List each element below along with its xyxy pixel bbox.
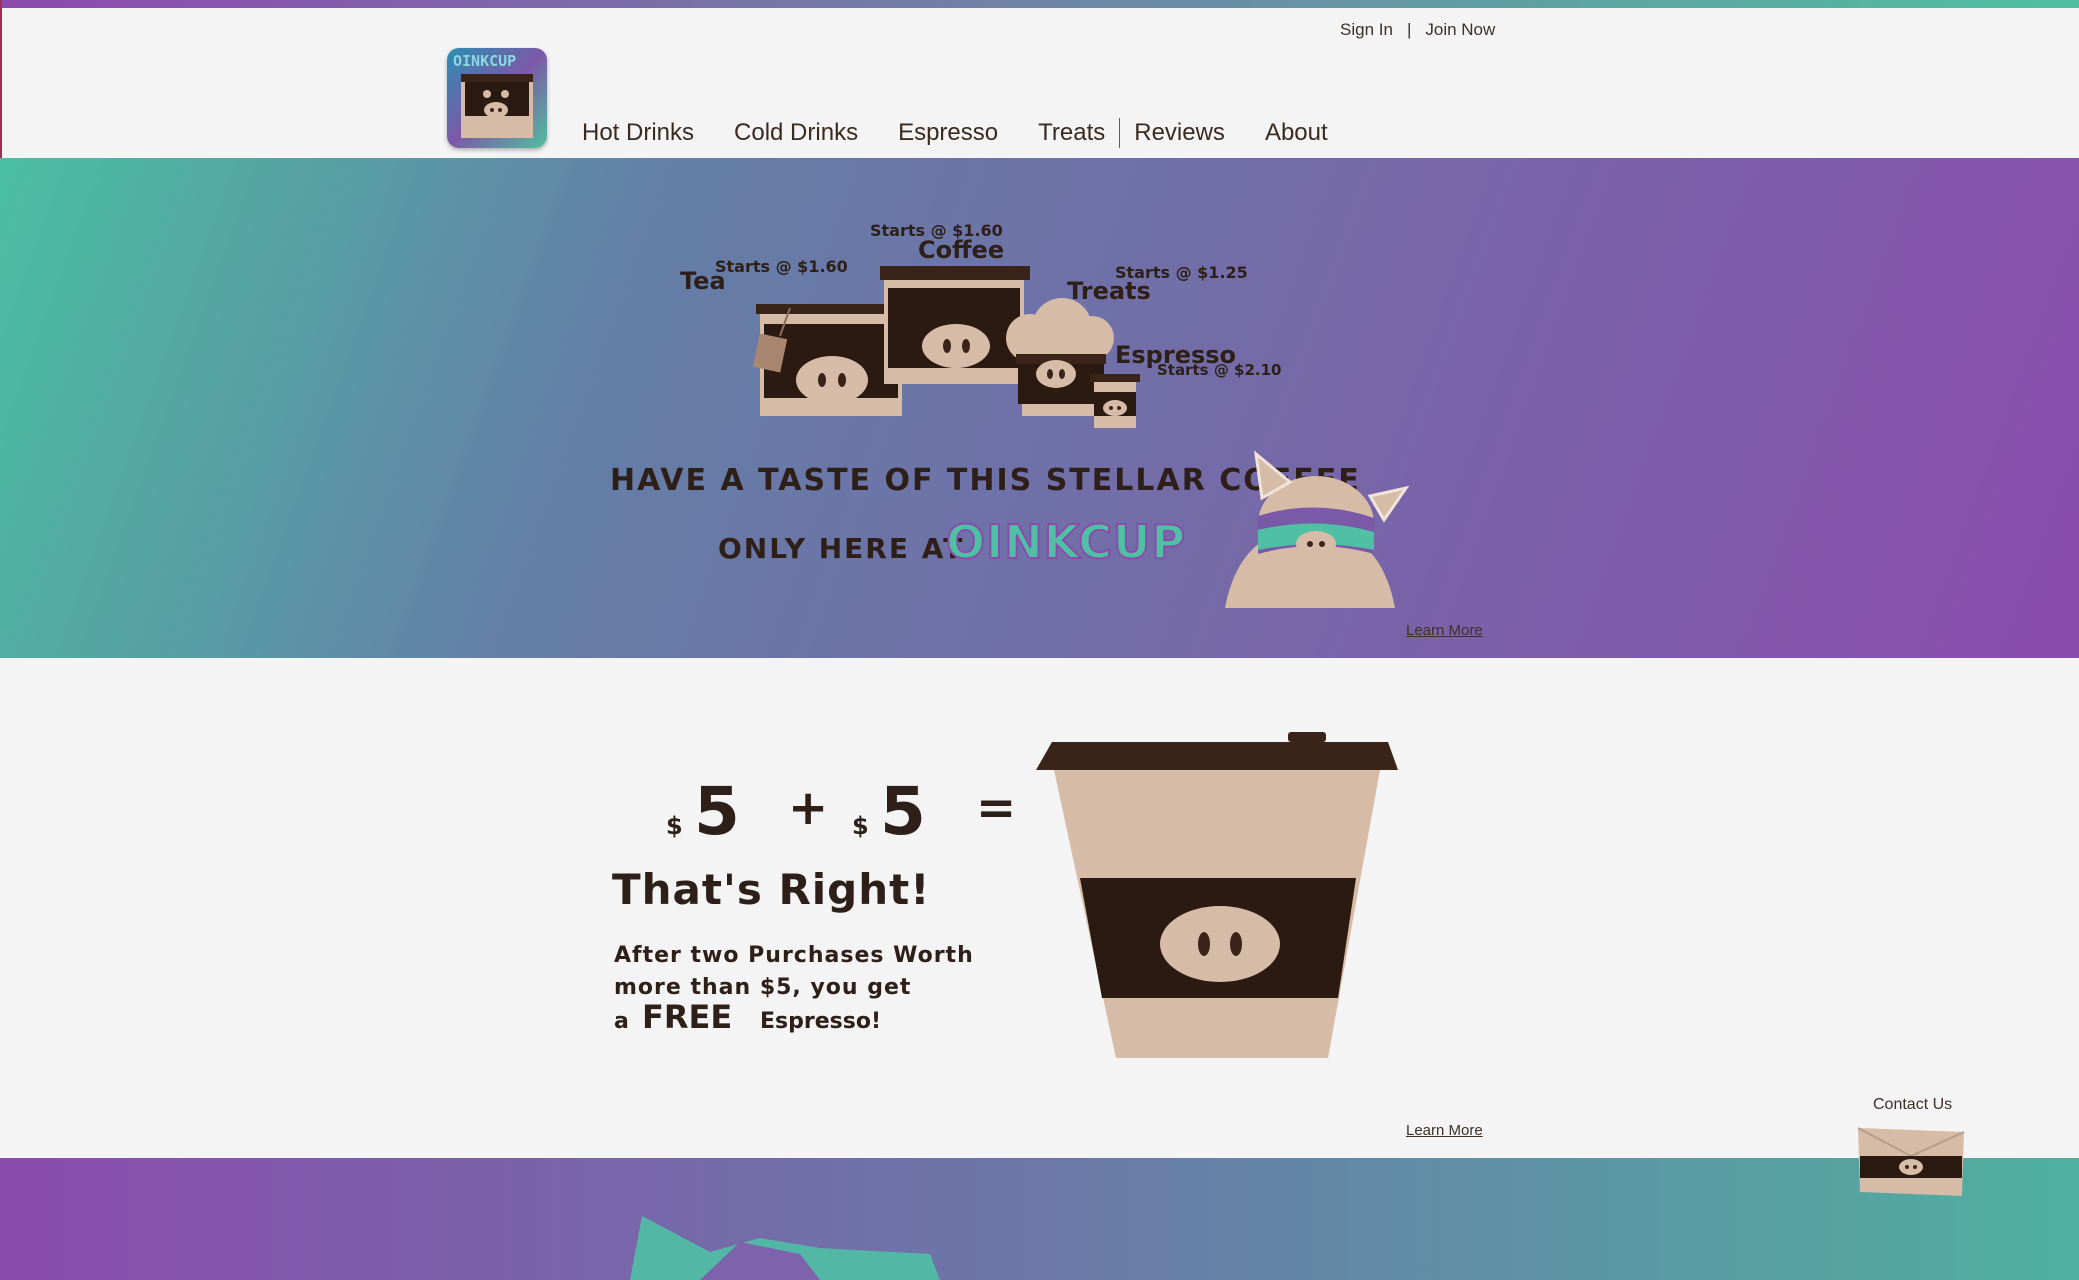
promo-line2: more than $5, you get <box>614 975 911 1000</box>
equation-left-value: 5 <box>694 773 740 850</box>
auth-separator: | <box>1406 20 1412 39</box>
logo-cup-icon <box>461 74 533 138</box>
contact-envelope-icon[interactable] <box>1856 1126 1966 1198</box>
hero-learn-more-link[interactable]: Learn More <box>1406 622 1483 639</box>
currency-symbol-left: $ <box>666 812 683 840</box>
equation-right-value: 5 <box>880 773 926 850</box>
hero-brand: OINKCUP <box>946 515 1186 569</box>
promo-illustration: $ 5 + $ 5 = That's Right! After two Purc… <box>612 732 1398 1058</box>
hero-illustration: Starts @ $1.60 Tea Starts @ $1.60 Coffee… <box>610 221 1410 608</box>
espresso-cup-icon <box>1090 374 1140 428</box>
nav-about[interactable]: About <box>1265 119 1328 147</box>
promo-line1: After two Purchases Worth <box>614 943 974 968</box>
bottom-banner <box>0 1158 2079 1280</box>
coffee-label: Coffee <box>918 236 1004 264</box>
auth-links: Sign In | Join Now <box>1340 18 1495 42</box>
tea-cup-icon <box>752 304 906 416</box>
equation-equals: = <box>976 780 1016 836</box>
promo-headline: That's Right! <box>612 865 930 914</box>
hero-tagline-line2: ONLY HERE AT <box>718 532 964 565</box>
coffee-cup-icon <box>880 266 1030 384</box>
treats-label: Treats <box>1067 277 1151 305</box>
espresso-price-label: Starts @ $2.10 <box>1157 361 1281 379</box>
nav-treats[interactable]: Treats <box>1038 119 1105 147</box>
tea-label: Tea <box>680 267 726 295</box>
join-now-link[interactable]: Join Now <box>1425 20 1495 40</box>
contact-us-label[interactable]: Contact Us <box>1873 1096 1952 1114</box>
top-accent-strip <box>0 0 2079 8</box>
hero-banner: Starts @ $1.60 Tea Starts @ $1.60 Coffee… <box>0 158 2079 658</box>
hero-tagline-line1: HAVE A TASTE OF THIS STELLAR COFFEE <box>610 463 1361 498</box>
equation-plus: + <box>788 780 828 836</box>
sign-in-link[interactable]: Sign In <box>1340 20 1393 40</box>
promo-line3-suffix: Espresso! <box>760 1009 881 1034</box>
promo-line3-free: FREE <box>642 998 732 1036</box>
nav-reviews[interactable]: Reviews <box>1134 119 1225 147</box>
promo-learn-more-link[interactable]: Learn More <box>1406 1122 1483 1139</box>
main-nav: Hot Drinks Cold Drinks Espresso Treats R… <box>582 118 1368 148</box>
large-coffee-cup-icon <box>1036 732 1398 1058</box>
bottom-illustration <box>630 1216 940 1280</box>
promo-section: $ 5 + $ 5 = That's Right! After two Purc… <box>0 658 2079 1158</box>
promo-line3-prefix: a <box>614 1009 629 1034</box>
nav-cold-drinks[interactable]: Cold Drinks <box>734 119 858 147</box>
nav-espresso[interactable]: Espresso <box>898 119 998 147</box>
tea-price-label: Starts @ $1.60 <box>715 257 848 276</box>
nav-hot-drinks[interactable]: Hot Drinks <box>582 119 694 147</box>
nav-divider <box>1119 118 1121 148</box>
currency-symbol-right: $ <box>852 812 869 840</box>
site-logo[interactable]: OINKCUP <box>447 48 547 148</box>
